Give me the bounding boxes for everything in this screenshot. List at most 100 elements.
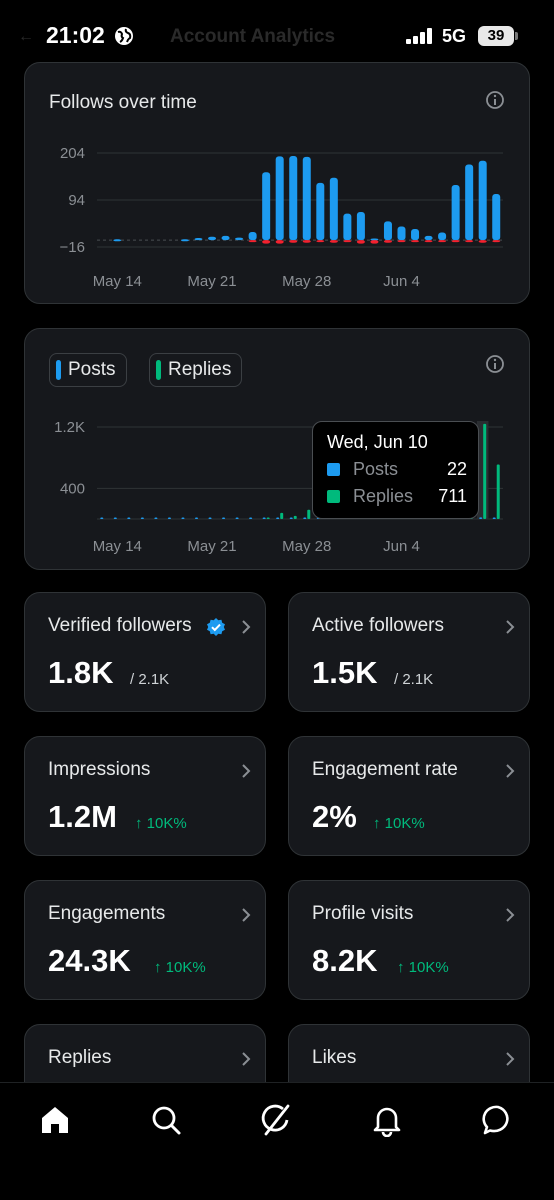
follow-bar (478, 160, 487, 241)
metric-card-engagements[interactable]: Engagements 24.3K ↑ 10K% (24, 880, 266, 1000)
follow-bar (424, 235, 433, 241)
metric-card-replies[interactable]: Replies (24, 1024, 266, 1082)
y-tick-label: 1.2K (54, 419, 85, 436)
chevron-right-icon (506, 764, 515, 778)
posts-bar (479, 517, 483, 519)
follow-bar (275, 156, 284, 241)
unfollow-bar (370, 240, 379, 244)
posts-replies-card: Posts Replies 1.2K 400 May 14 May 21 May 28 J… (24, 328, 530, 570)
replies-bar (280, 512, 284, 519)
unfollow-bar (424, 240, 433, 243)
posts-bar (276, 517, 280, 519)
unfollow-bar (465, 240, 474, 243)
unfollow-bar (438, 240, 447, 243)
posts-bar (249, 517, 253, 519)
follow-bar (221, 235, 230, 241)
unfollow-bar (289, 240, 298, 243)
metric-card-verified-followers[interactable]: Verified followers 1.8K / 2.1K (24, 592, 266, 712)
follow-bar (302, 156, 311, 241)
unfollow-bar (343, 240, 352, 243)
metric-title: Likes (312, 1047, 357, 1068)
tooltip-date: Wed, Jun 10 (327, 432, 428, 452)
follow-bar (370, 238, 379, 241)
y-tick-label: 400 (60, 480, 85, 497)
posts-bar (100, 517, 104, 519)
bottom-navigation (0, 1082, 554, 1200)
follow-bar (248, 232, 257, 241)
posts-bar (289, 517, 293, 519)
follows-over-time-card: Follows over time 204 94 −16 May 14 May 21 Ma… (24, 62, 530, 304)
follow-bar (356, 211, 365, 241)
unfollow-bar (492, 240, 501, 243)
replies-bar (496, 464, 500, 519)
unfollow-bar (383, 240, 392, 243)
posts-bar (181, 517, 185, 519)
metric-value: 8.2K (312, 943, 378, 978)
metric-value: 2% (312, 799, 357, 834)
metric-change: ↑ 10K% (135, 815, 187, 832)
tooltip-posts-label: Posts (353, 459, 399, 479)
posts-bar (262, 517, 266, 519)
unfollow-bar (356, 240, 365, 244)
tooltip-posts-value: 22 (446, 459, 467, 479)
chevron-right-icon (242, 908, 251, 922)
metric-value: 1.8K (48, 655, 114, 690)
metric-change: ↑ 10K% (397, 959, 449, 976)
x-tick-label: May 28 (282, 538, 331, 555)
metric-card-engagement-rate[interactable]: Engagement rate 2% ↑ 10K% (288, 736, 530, 856)
bell-icon[interactable] (370, 1103, 404, 1137)
metric-value: 1.2M (48, 799, 117, 834)
posts-bar (154, 517, 158, 519)
follow-bar (235, 237, 244, 241)
follow-bar (180, 239, 189, 242)
metric-change: ↑ 10K% (373, 815, 425, 832)
chevron-right-icon (506, 620, 515, 634)
home-icon[interactable] (38, 1103, 72, 1137)
metric-card-impressions[interactable]: Impressions 1.2M ↑ 10K% (24, 736, 266, 856)
unfollow-bar (451, 240, 460, 243)
follow-bar (492, 194, 501, 241)
metric-title: Active followers (312, 615, 444, 636)
tooltip-posts-swatch (327, 463, 340, 476)
verified-badge-icon (207, 618, 225, 636)
tooltip-replies-swatch (327, 490, 340, 503)
tooltip-replies-value: 711 (438, 486, 467, 506)
posts-bar (195, 517, 198, 519)
metric-card-profile-visits[interactable]: Profile visits 8.2K ↑ 10K% (288, 880, 530, 1000)
unfollow-bar (397, 240, 406, 243)
x-tick-label: May 28 (282, 273, 331, 290)
x-tick-label: May 14 (93, 538, 142, 555)
grok-icon[interactable] (259, 1103, 293, 1137)
metric-card-active-followers[interactable]: Active followers 1.5K / 2.1K (288, 592, 530, 712)
follows-chart[interactable]: 204 94 −16 May 14 May 21 May 28 Jun 4 (25, 63, 531, 305)
y-tick-label: 204 (60, 145, 85, 162)
search-icon[interactable] (149, 1103, 183, 1137)
posts-bar (167, 517, 171, 519)
posts-bar (303, 517, 307, 519)
metric-title: Impressions (48, 759, 151, 780)
chevron-right-icon (506, 1052, 515, 1066)
unfollow-bar (275, 240, 284, 244)
unfollow-bar (316, 240, 325, 243)
follow-bar (329, 177, 338, 241)
follow-bar (397, 226, 406, 241)
follow-bar (383, 221, 392, 241)
x-tick-label: May 14 (93, 273, 142, 290)
metric-value: 24.3K (48, 943, 131, 978)
y-tick-label: 94 (68, 192, 85, 209)
follow-bar (343, 213, 352, 241)
replies-bar (307, 509, 311, 519)
unfollow-bar (302, 240, 311, 243)
replies-bar (266, 517, 270, 519)
tooltip-replies-label: Replies (353, 486, 414, 506)
follow-bar (262, 172, 271, 241)
metric-title: Engagements (48, 903, 166, 924)
x-tick-label: Jun 4 (383, 538, 420, 555)
y-tick-label: −16 (60, 239, 85, 256)
metric-total: / 2.1K (394, 671, 434, 688)
metric-total: / 2.1K (130, 671, 170, 688)
posts-bar (140, 517, 144, 519)
posts-bar (222, 517, 226, 519)
message-icon[interactable] (481, 1103, 515, 1137)
metric-card-likes[interactable]: Likes (288, 1024, 530, 1082)
